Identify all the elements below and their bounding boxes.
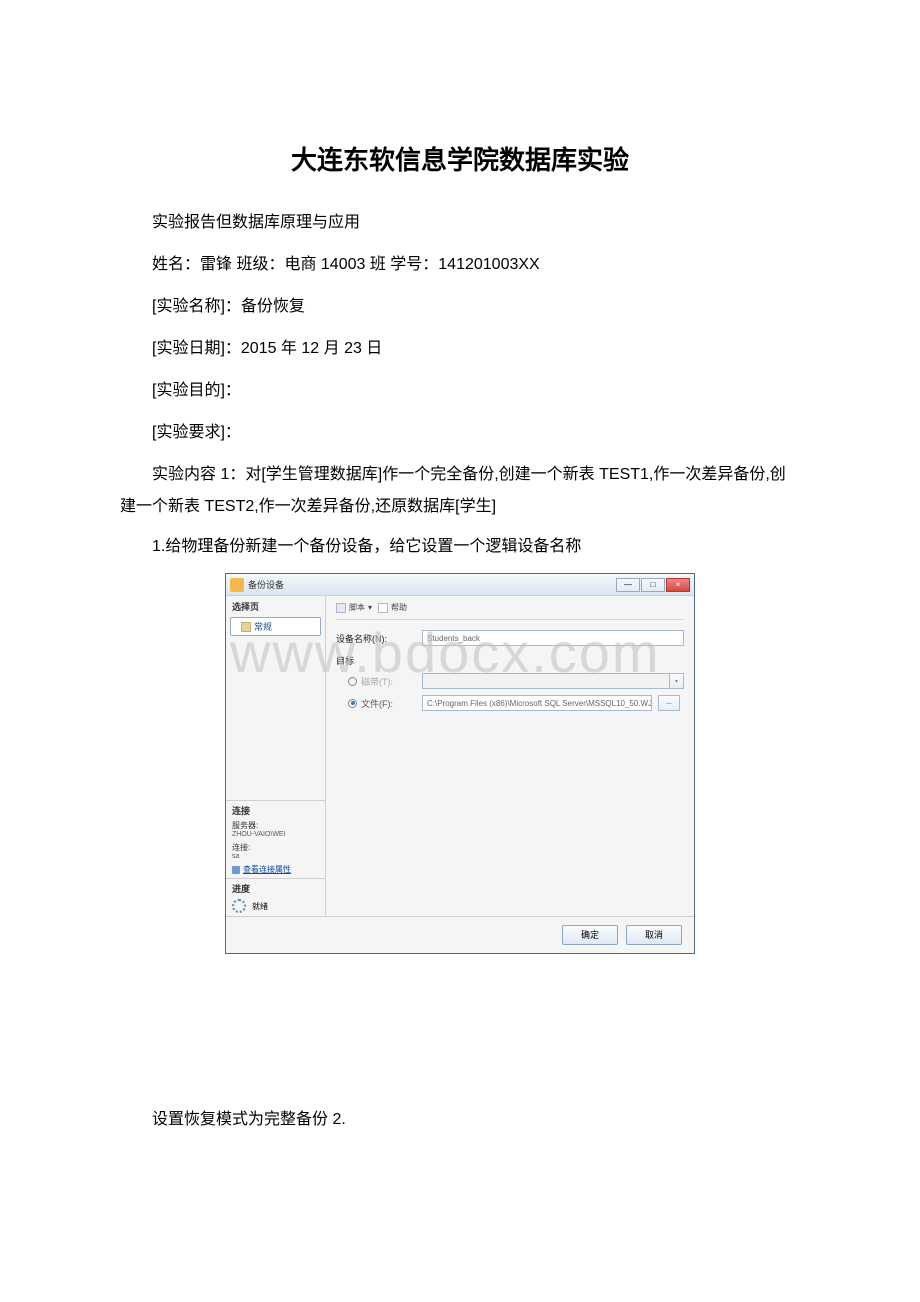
nav-item-general[interactable]: 常规 bbox=[230, 617, 321, 636]
backup-device-dialog: 备份设备 — □ × 选择页 常规 连接 服务器: ZHOU-VAIO\WEI … bbox=[225, 573, 695, 954]
chevron-down-icon: ▾ bbox=[670, 673, 684, 689]
student-info: 姓名：雷锋 班级：电商 14003 班 学号：141201003XX bbox=[120, 249, 800, 281]
screenshot-dialog: 备份设备 — □ × 选择页 常规 连接 服务器: ZHOU-VAIO\WEI … bbox=[225, 573, 695, 954]
device-name-label: 设备名称(N): bbox=[336, 632, 416, 645]
maximize-button[interactable]: □ bbox=[641, 578, 665, 592]
chevron-down-icon: ▾ bbox=[368, 603, 372, 612]
titlebar[interactable]: 备份设备 — □ × bbox=[226, 574, 694, 596]
help-icon bbox=[378, 603, 388, 613]
app-icon bbox=[230, 578, 244, 592]
file-radio-label: 文件(F): bbox=[361, 697, 393, 710]
tape-select bbox=[422, 673, 670, 689]
view-connection-link[interactable]: 查看连接属性 bbox=[232, 864, 319, 875]
experiment-name: [实验名称]：备份恢复 bbox=[120, 291, 800, 323]
progress-status: 就绪 bbox=[252, 901, 268, 912]
cancel-button[interactable]: 取消 bbox=[626, 925, 682, 945]
progress-section: 进度 就绪 bbox=[226, 878, 325, 916]
minimize-button[interactable]: — bbox=[616, 578, 640, 592]
nav-item-label: 常规 bbox=[254, 620, 272, 633]
experiment-purpose: [实验目的]： bbox=[120, 375, 800, 407]
connection-heading: 连接 bbox=[232, 804, 319, 820]
experiment-date: [实验日期]：2015 年 12 月 23 日 bbox=[120, 333, 800, 365]
progress-heading: 进度 bbox=[232, 882, 319, 897]
report-subtitle: 实验报告但数据库原理与应用 bbox=[120, 207, 800, 239]
experiment-content: 实验内容 1：对[学生管理数据库]作一个完全备份,创建一个新表 TEST1,作一… bbox=[120, 459, 800, 523]
file-radio[interactable]: 文件(F): bbox=[336, 697, 416, 710]
script-icon bbox=[336, 603, 346, 613]
help-button[interactable]: 帮助 bbox=[378, 602, 407, 613]
left-navigation-pane: 选择页 常规 连接 服务器: ZHOU-VAIO\WEI 连接: sa 查看连接… bbox=[226, 596, 326, 916]
window-title: 备份设备 bbox=[248, 578, 616, 591]
progress-spinner-icon bbox=[232, 899, 246, 913]
help-label: 帮助 bbox=[391, 602, 407, 613]
connection-icon bbox=[232, 866, 240, 874]
radio-icon bbox=[348, 699, 357, 708]
script-dropdown[interactable]: 脚本 ▾ bbox=[336, 602, 372, 613]
server-value: ZHOU-VAIO\WEI bbox=[232, 831, 319, 838]
script-label: 脚本 bbox=[349, 602, 365, 613]
dialog-buttons: 确定 取消 bbox=[226, 916, 694, 953]
target-label: 目标 bbox=[336, 654, 684, 667]
right-content-pane: 脚本 ▾ 帮助 设备名称(N): Students_back 目标 磁带(T): bbox=[326, 596, 694, 916]
tape-radio-label: 磁带(T): bbox=[361, 675, 393, 688]
select-page-label: 选择页 bbox=[226, 596, 325, 617]
device-name-input[interactable]: Students_back bbox=[422, 630, 684, 646]
page-title: 大连东软信息学院数据库实验 bbox=[120, 140, 800, 177]
file-path-input[interactable]: C:\Program Files (x86)\Microsoft SQL Ser… bbox=[422, 695, 652, 711]
connection-label: 连接: bbox=[232, 842, 319, 853]
step-2: 设置恢复模式为完整备份 2. bbox=[120, 1104, 800, 1136]
page-icon bbox=[241, 622, 251, 632]
experiment-requirements: [实验要求]： bbox=[120, 417, 800, 449]
toolbar: 脚本 ▾ 帮助 bbox=[336, 602, 684, 620]
browse-button[interactable]: ... bbox=[658, 695, 680, 711]
tape-radio: 磁带(T): bbox=[336, 675, 416, 688]
step-1: 1.给物理备份新建一个备份设备，给它设置一个逻辑设备名称 bbox=[120, 531, 800, 563]
ok-button[interactable]: 确定 bbox=[562, 925, 618, 945]
form-area: 设备名称(N): Students_back 目标 磁带(T): ▾ 文件(F)… bbox=[336, 630, 684, 711]
view-connection-label: 查看连接属性 bbox=[243, 864, 291, 875]
connection-section: 连接 服务器: ZHOU-VAIO\WEI 连接: sa 查看连接属性 bbox=[226, 800, 325, 878]
radio-icon bbox=[348, 677, 357, 686]
server-label: 服务器: bbox=[232, 820, 319, 831]
connection-value: sa bbox=[232, 853, 319, 860]
close-button[interactable]: × bbox=[666, 578, 690, 592]
